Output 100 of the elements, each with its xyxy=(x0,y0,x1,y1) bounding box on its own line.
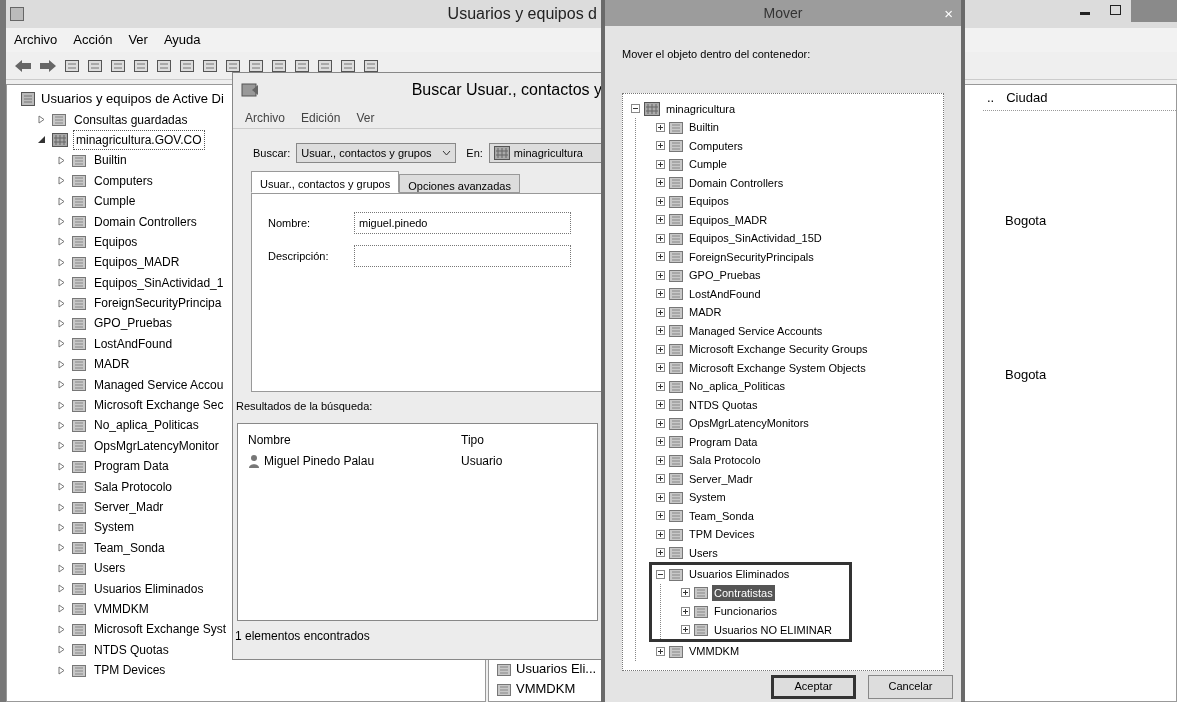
menu-item[interactable]: Archivo xyxy=(245,108,285,127)
tree-item[interactable]: Cumple xyxy=(687,156,729,173)
container-icon xyxy=(669,527,683,541)
tree-item[interactable]: Program Data xyxy=(92,457,171,476)
container-icon xyxy=(72,153,86,167)
tree-item[interactable]: Equipos_MADR xyxy=(92,253,182,272)
location-dropdown[interactable]: minagricultura xyxy=(488,143,602,163)
tree-item[interactable]: Team_Sonda xyxy=(687,507,756,524)
tree-item[interactable]: NTDS Quotas xyxy=(687,396,760,413)
tree-item[interactable]: OpsMgrLatencyMonitor xyxy=(92,436,221,455)
container-icon xyxy=(669,644,683,658)
tree-item[interactable]: minagricultura.GOV.CO xyxy=(74,130,204,149)
menu-item[interactable]: Ayuda xyxy=(163,30,201,50)
search-type-dropdown[interactable]: Usuar., contactos y grupos xyxy=(296,143,457,163)
tree-item[interactable]: Cumple xyxy=(92,192,138,211)
tree-item[interactable]: ForeignSecurityPrincipa xyxy=(92,294,224,313)
tree-item[interactable]: Builtin xyxy=(687,119,721,136)
tree-item[interactable]: Builtin xyxy=(92,151,129,170)
tree-item[interactable]: Users xyxy=(687,544,720,561)
tree-item[interactable]: Computers xyxy=(687,137,745,154)
tree-item[interactable]: minagricultura xyxy=(664,100,738,117)
dialog-title: Mover xyxy=(763,3,803,23)
tree-item[interactable]: Usuarios Eliminados xyxy=(92,579,206,598)
tree-item[interactable]: Equipos xyxy=(687,193,731,210)
tree-item[interactable]: Server_Madr xyxy=(92,498,166,516)
tree-item[interactable]: TPM Devices xyxy=(687,526,757,543)
column-header[interactable]: .. xyxy=(987,87,995,108)
tree-item[interactable]: Computers xyxy=(92,171,155,190)
tree-item[interactable]: GPO_Pruebas xyxy=(92,314,175,333)
container-icon xyxy=(72,174,86,188)
container-icon xyxy=(669,546,683,560)
tree-item[interactable]: NTDS Quotas xyxy=(92,640,171,659)
container-icon xyxy=(669,231,683,245)
container-icon xyxy=(669,435,683,449)
menu-item[interactable]: Archivo xyxy=(14,30,58,50)
tree-item[interactable]: Usuarios NO ELIMINAR xyxy=(712,621,834,638)
tree-item[interactable]: Usuarios Eliminados xyxy=(687,566,792,583)
tree-item[interactable]: No_aplica_Politicas xyxy=(92,416,201,435)
input-field[interactable]: miguel.pinedo xyxy=(354,212,571,234)
menu-item[interactable]: Ver xyxy=(128,30,148,50)
tree-item[interactable]: Usuarios y equipos de Active Di xyxy=(41,89,224,109)
tree-item[interactable]: Contratistas xyxy=(712,584,775,601)
table-cell[interactable]: Miguel Pinedo Palau xyxy=(264,451,375,470)
tab[interactable]: Usuar., contactos y grupos xyxy=(251,171,400,193)
tree-item[interactable]: Microsoft Exchange Syst xyxy=(92,620,229,639)
tree-item[interactable]: LostAndFound xyxy=(687,285,763,302)
menu-item[interactable]: Edición xyxy=(301,108,341,127)
container-icon xyxy=(669,305,683,319)
tree-item[interactable]: Domain Controllers xyxy=(92,212,199,231)
tree-item[interactable]: Server_Madr xyxy=(687,470,755,487)
tree-item[interactable]: Managed Service Accou xyxy=(92,375,226,394)
tree-item[interactable]: No_aplica_Politicas xyxy=(687,378,787,395)
section-label: Resultados de la búsqueda: xyxy=(235,399,374,414)
tree-item[interactable]: ForeignSecurityPrincipals xyxy=(687,248,816,265)
list-item[interactable]: VMMDKM xyxy=(516,679,576,699)
tree-item[interactable]: Equipos xyxy=(92,232,140,251)
tree-item[interactable]: LostAndFound xyxy=(92,334,175,353)
tree-item[interactable]: VMMDKM xyxy=(687,643,742,660)
tree-item[interactable]: MADR xyxy=(687,304,724,321)
dialog-button[interactable]: Aceptar xyxy=(771,674,856,699)
tree-item[interactable]: Equipos_SinActividad_15D xyxy=(687,230,824,247)
maximize-icon xyxy=(1110,5,1121,15)
tree-item[interactable]: Microsoft Exchange System Objects xyxy=(687,359,868,376)
tree-item[interactable]: Sala Protocolo xyxy=(687,452,763,469)
tab[interactable]: Opciones avanzadas xyxy=(399,174,520,193)
container-icon xyxy=(72,480,86,494)
tree-item[interactable]: Team_Sonda xyxy=(92,538,167,557)
field-label: Buscar: xyxy=(253,145,291,161)
dialog-button[interactable]: Cancelar xyxy=(868,674,953,699)
tree-item[interactable]: System xyxy=(687,489,728,506)
tree-item[interactable]: Domain Controllers xyxy=(687,174,786,191)
column-header[interactable]: Tipo xyxy=(461,430,484,449)
list-item[interactable]: Usuarios Eli... xyxy=(516,659,597,679)
tree-item[interactable]: Equipos_SinActividad_1 xyxy=(92,273,226,292)
menu-item[interactable]: Ver xyxy=(356,108,375,127)
container-icon xyxy=(669,120,683,134)
tree-item[interactable]: Consultas guardadas xyxy=(72,110,190,129)
tree-item[interactable]: Program Data xyxy=(687,433,760,450)
tree-item[interactable]: MADR xyxy=(92,355,132,374)
tree-item[interactable]: Funcionarios xyxy=(712,603,779,620)
tree-item[interactable]: Managed Service Accounts xyxy=(687,322,825,339)
tree-item[interactable]: GPO_Pruebas xyxy=(687,267,763,284)
container-icon xyxy=(52,113,66,127)
tree-item[interactable]: OpsMgrLatencyMonitors xyxy=(687,415,811,432)
container-icon xyxy=(669,472,683,486)
tree-item[interactable]: Sala Protocolo xyxy=(92,477,175,496)
tree-item[interactable]: TPM Devices xyxy=(92,661,168,680)
container-icon xyxy=(72,317,86,330)
tree-item[interactable]: Equipos_MADR xyxy=(687,211,770,228)
container-icon xyxy=(72,418,86,432)
column-header[interactable]: Nombre xyxy=(248,430,461,449)
column-header[interactable]: Ciudad xyxy=(1006,87,1048,108)
menu-item[interactable]: Acción xyxy=(73,30,113,50)
tree-item[interactable]: VMMDKM xyxy=(92,599,151,618)
tree-item[interactable]: Users xyxy=(92,559,128,578)
container-icon xyxy=(669,213,683,227)
input-field[interactable] xyxy=(354,245,571,267)
tree-item[interactable]: Microsoft Exchange Sec xyxy=(92,396,226,415)
tree-item[interactable]: System xyxy=(92,518,136,537)
tree-item[interactable]: Microsoft Exchange Security Groups xyxy=(687,341,870,358)
